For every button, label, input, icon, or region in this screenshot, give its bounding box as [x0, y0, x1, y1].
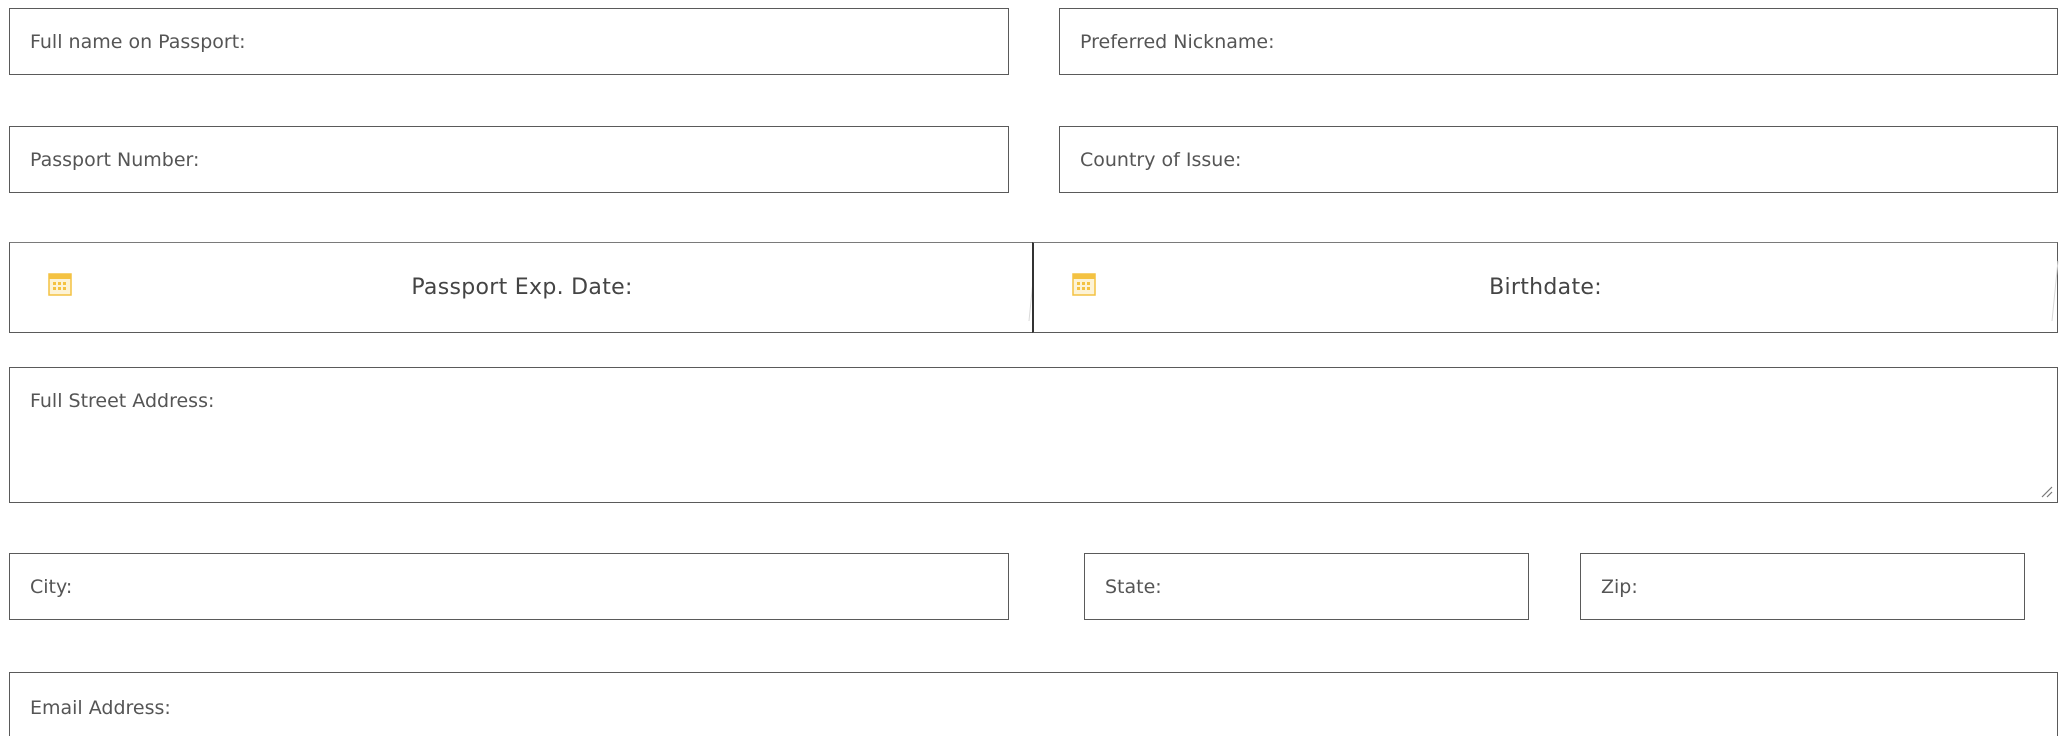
email-input[interactable]: [10, 673, 2057, 736]
passport-exp-date-picker[interactable]: Passport Exp. Date:: [9, 242, 1036, 333]
street-address-field-wrapper: [9, 367, 2058, 503]
nickname-input[interactable]: [1060, 9, 2057, 74]
passport-exp-date-label: Passport Exp. Date:: [411, 275, 633, 300]
zip-input[interactable]: [1581, 554, 2024, 619]
email-field-wrapper: [9, 672, 2058, 736]
birthdate-label: Birthdate:: [1489, 275, 1602, 300]
resize-grip-icon[interactable]: [2039, 484, 2053, 498]
passport-form: Passport Exp. Date: Birthdate:: [0, 0, 2063, 736]
state-input[interactable]: [1085, 554, 1528, 619]
passport-number-input[interactable]: [10, 127, 1008, 192]
passport-number-field-wrapper: [9, 126, 1009, 193]
country-of-issue-input[interactable]: [1060, 127, 2057, 192]
nickname-field-wrapper: [1059, 8, 2058, 75]
city-field-wrapper: [9, 553, 1009, 620]
country-field-wrapper: [1059, 126, 2058, 193]
street-address-textarea[interactable]: [10, 368, 2057, 502]
full-name-field-wrapper: [9, 8, 1009, 75]
divider-mark: [2051, 261, 2059, 321]
full-name-input[interactable]: [10, 9, 1008, 74]
zip-field-wrapper: [1580, 553, 2025, 620]
birthdate-picker[interactable]: Birthdate:: [1032, 242, 2059, 333]
city-input[interactable]: [10, 554, 1008, 619]
state-field-wrapper: [1084, 553, 1529, 620]
